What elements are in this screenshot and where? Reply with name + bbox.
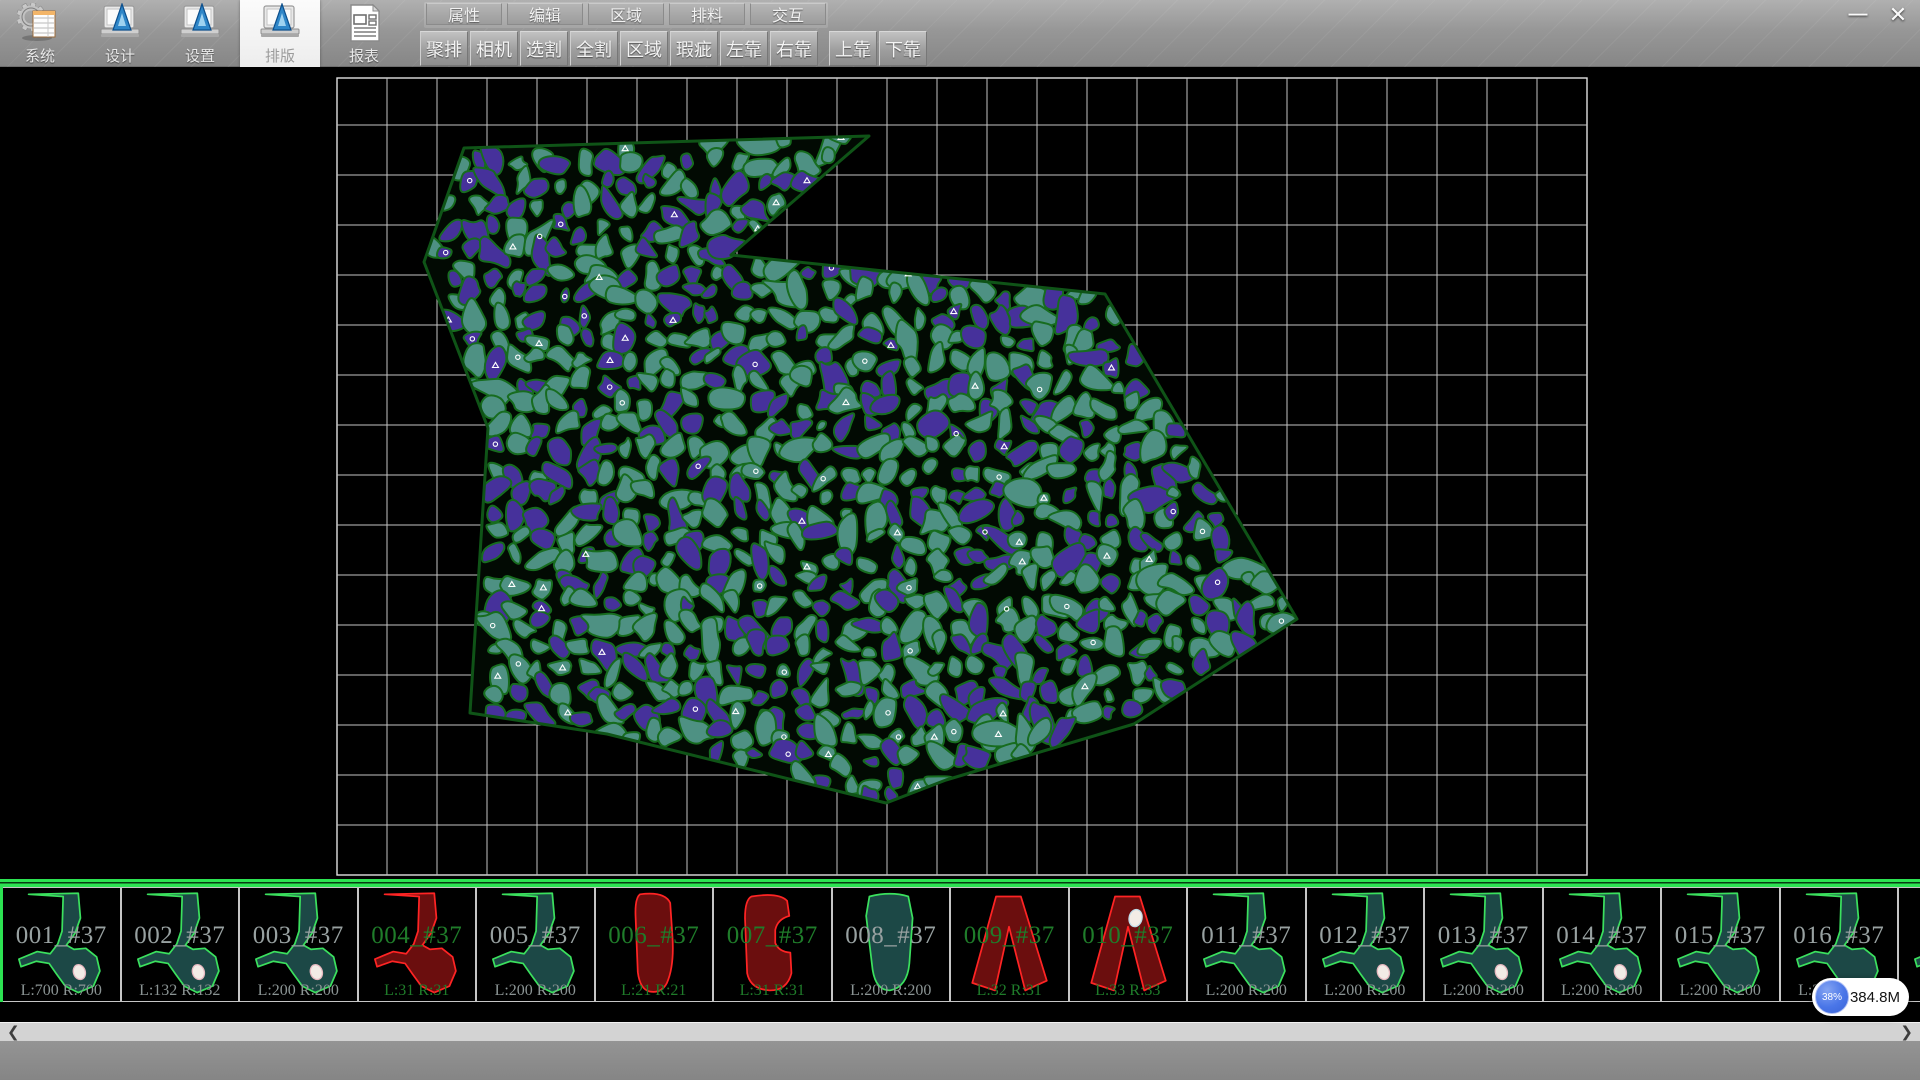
piece-thumbnail-14[interactable]: 014_#37 L:200 R:200 (1544, 887, 1663, 1002)
piece-lr-count: L:700 R:700 (3, 982, 120, 1000)
piece-thumbnail-2[interactable]: 002_#37 L:132 R:132 (122, 887, 241, 1002)
horizontal-scrollbar[interactable]: ❮ ❯ (0, 1022, 1920, 1041)
tool-button-6[interactable]: 左靠 (720, 31, 768, 66)
piece-name: 008_#37 (833, 922, 950, 950)
tab-layout[interactable]: 排版 (240, 0, 320, 67)
piece-name: 003_#37 (240, 922, 357, 950)
piece-lr-count: L:31 R:31 (359, 982, 476, 1000)
piece-name: 007_#37 (714, 922, 831, 950)
status-bar (0, 1041, 1920, 1080)
piece-thumbnail-12[interactable]: 012_#37 L:200 R:200 (1307, 887, 1426, 1002)
tab-label: 系统 (25, 45, 55, 66)
piece-name: 012_#37 (1307, 922, 1424, 950)
piece-thumbnail-1[interactable]: 001_#37 L:700 R:700 (3, 887, 122, 1002)
piece-thumbnail-11[interactable]: 011_#37 L:200 R:200 (1188, 887, 1307, 1002)
piece-thumbnail-4[interactable]: 004_#37 L:31 R:31 (359, 887, 478, 1002)
piece-lr-count: L:200 R:200 (833, 982, 950, 1000)
tab-label: 报表 (349, 45, 379, 66)
piece-name: 011_#37 (1188, 922, 1305, 950)
tool-button-4[interactable]: 区域 (620, 31, 668, 66)
tool-button-7[interactable]: 右靠 (770, 31, 818, 66)
piece-name: 015_#37 (1662, 922, 1779, 950)
piece-name: 002_#37 (122, 922, 239, 950)
menu-item-1[interactable]: 编辑 (507, 3, 583, 25)
piece-name: 014_#37 (1544, 922, 1661, 950)
piece-thumbnail-strip: 001_#37L:700 R:700002_#37L:132 R:132003_… (0, 879, 1920, 1002)
piece-name: 0 (1899, 922, 1920, 950)
menu-item-2[interactable]: 区域 (588, 3, 664, 25)
tab-label: 设计 (105, 45, 135, 66)
piece-lr-count: L:31 R:31 (714, 982, 831, 1000)
piece-lr-count: L:200 R:200 (1544, 982, 1661, 1000)
tab-report[interactable]: 报表 (324, 0, 404, 67)
piece-name: 016_#37 (1781, 922, 1898, 950)
tool-button-3[interactable]: 全割 (570, 31, 618, 66)
tool-button-2[interactable]: 选割 (520, 31, 568, 66)
tool-button-5[interactable]: 瑕疵 (670, 31, 718, 66)
tool-button-row: 聚排相机选割全割区域瑕疵左靠右靠上靠下靠 (420, 31, 927, 66)
strip-green-border (0, 879, 1920, 887)
piece-lr-count: L:200 R:200 (1425, 982, 1542, 1000)
canvas-svg (0, 67, 1920, 879)
layout-ruler-icon (257, 3, 303, 43)
piece-name: 005_#37 (477, 922, 594, 950)
tab-label: 排版 (265, 45, 295, 66)
design-ruler-icon (97, 3, 143, 43)
piece-lr-count: L:132 R:132 (122, 982, 239, 1000)
settings-ruler-icon (177, 3, 223, 43)
close-button[interactable]: ✕ (1882, 3, 1914, 27)
menu-bar: 属性编辑区域排料交互 (424, 2, 828, 28)
tool-button-1[interactable]: 相机 (470, 31, 518, 66)
system-gear-icon (17, 3, 63, 43)
piece-name: 006_#37 (596, 922, 713, 950)
piece-name: 013_#37 (1425, 922, 1542, 950)
piece-lr-count: L:200 R:200 (1188, 982, 1305, 1000)
piece-thumbnail-9[interactable]: 009_#37 L:32 R:31 (951, 887, 1070, 1002)
piece-lr-count: L:200 R:200 (1662, 982, 1779, 1000)
cpu-percent-indicator: 38% (1815, 980, 1849, 1014)
piece-name: 010_#37 (1070, 922, 1187, 950)
report-doc-icon (341, 3, 387, 43)
piece-thumbnail-7[interactable]: 007_#37 L:31 R:31 (714, 887, 833, 1002)
piece-thumbnail-3[interactable]: 003_#37 L:200 R:200 (240, 887, 359, 1002)
window-controls: — ✕ (1842, 3, 1914, 27)
piece-thumbnail-5[interactable]: 005_#37 L:200 R:200 (477, 887, 596, 1002)
top-toolbar: 系统设计设置排版报表 属性编辑区域排料交互 聚排相机选割全割区域瑕疵左靠右靠上靠… (0, 0, 1920, 67)
piece-lr-count: L:200 R:200 (240, 982, 357, 1000)
scroll-left-arrow-icon[interactable]: ❮ (7, 1023, 20, 1041)
piece-lr-count: L:200 R:200 (477, 982, 594, 1000)
menu-item-3[interactable]: 排料 (669, 3, 745, 25)
scroll-right-arrow-icon[interactable]: ❯ (1900, 1023, 1913, 1041)
piece-thumbnail-list: 001_#37L:700 R:700002_#37L:132 R:132003_… (0, 887, 1920, 1002)
tab-system[interactable]: 系统 (0, 0, 80, 67)
nesting-app-window: 系统设计设置排版报表 属性编辑区域排料交互 聚排相机选割全割区域瑕疵左靠右靠上靠… (0, 0, 1920, 1080)
tab-design[interactable]: 设计 (80, 0, 160, 67)
piece-lr-count: L:32 R:31 (951, 982, 1068, 1000)
menu-item-4[interactable]: 交互 (750, 3, 826, 25)
piece-lr-count: L:21 R:21 (596, 982, 713, 1000)
piece-name: 001_#37 (3, 922, 120, 950)
piece-name: 004_#37 (359, 922, 476, 950)
tab-label: 设置 (185, 45, 215, 66)
tab-settings[interactable]: 设置 (160, 0, 240, 67)
piece-thumbnail-15[interactable]: 015_#37 L:200 R:200 (1662, 887, 1781, 1002)
tool-button-0[interactable]: 聚排 (420, 31, 468, 66)
piece-thumbnail-6[interactable]: 006_#37 L:21 R:21 (596, 887, 715, 1002)
nesting-canvas[interactable] (0, 67, 1920, 879)
memory-value: 384.8M (1850, 978, 1900, 1016)
piece-lr-count: L:200 R:200 (1307, 982, 1424, 1000)
piece-thumbnail-13[interactable]: 013_#37 L:200 R:200 (1425, 887, 1544, 1002)
memory-usage-badge: 38% 384.8M (1812, 978, 1909, 1016)
tool-button-8[interactable]: 上靠 (829, 31, 877, 66)
piece-lr-count: L:33 R:33 (1070, 982, 1187, 1000)
piece-name: 009_#37 (951, 922, 1068, 950)
piece-thumbnail-8[interactable]: 008_#37 L:200 R:200 (833, 887, 952, 1002)
tool-button-9[interactable]: 下靠 (879, 31, 927, 66)
main-tab-bar: 系统 设计 设置 排版 报表 (0, 0, 404, 67)
minimize-button[interactable]: — (1842, 3, 1874, 27)
menu-item-0[interactable]: 属性 (426, 3, 502, 25)
piece-thumbnail-10[interactable]: 010_#37 L:33 R:33 (1070, 887, 1189, 1002)
